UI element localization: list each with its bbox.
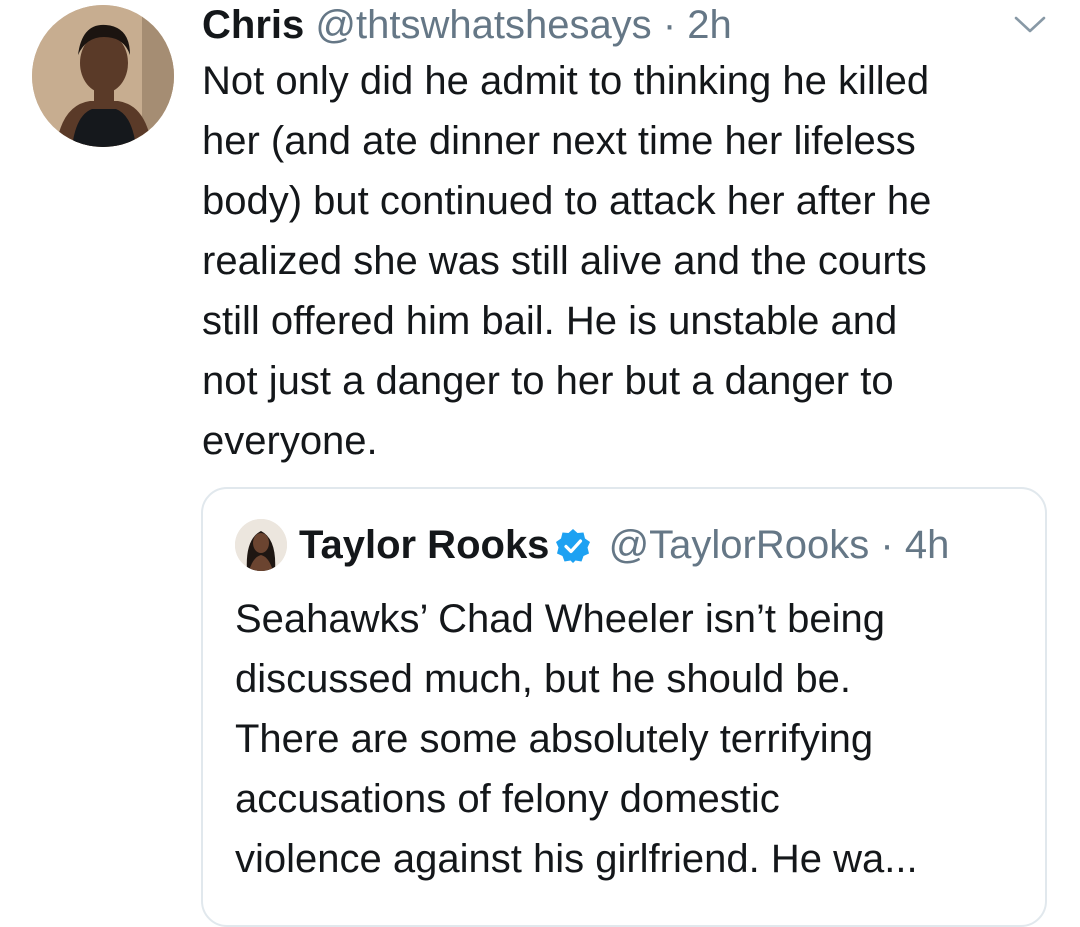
quoted-text-line: There are some absolutely terrifying xyxy=(235,717,874,761)
quoted-text-line: accusations of felony domestic xyxy=(235,777,780,821)
quoted-tweet-timestamp[interactable]: 4h xyxy=(905,523,950,567)
quoted-author-handle[interactable]: @TaylorRooks xyxy=(609,523,870,567)
quoted-text-line: violence against his girlfriend. He wa..… xyxy=(235,837,918,881)
quoted-tweet-header: Taylor Rooks @TaylorRooks · 4h xyxy=(299,519,949,571)
tweet-text-line: body) but continued to attack her after … xyxy=(202,179,932,223)
author-handle[interactable]: @thtswhatshesays xyxy=(315,3,651,47)
quoted-header-separator: · xyxy=(880,523,894,567)
tweet-text-line: everyone. xyxy=(202,419,378,463)
tweet-text-line: her (and ate dinner next time her lifele… xyxy=(202,119,916,163)
quoted-author-avatar[interactable] xyxy=(235,519,287,571)
quoted-author-display-name[interactable]: Taylor Rooks xyxy=(299,523,549,567)
tweet-header: Chris @thtswhatshesays · 2h xyxy=(202,0,732,50)
author-display-name[interactable]: Chris xyxy=(202,3,304,47)
tweet-text-line: Not only did he admit to thinking he kil… xyxy=(202,59,930,103)
quoted-tweet-card[interactable]: Taylor Rooks @TaylorRooks · 4h Seahawks’… xyxy=(201,487,1047,927)
quoted-text-line: Seahawks’ Chad Wheeler isn’t being xyxy=(235,597,885,641)
author-avatar-image xyxy=(32,5,174,147)
author-avatar[interactable] xyxy=(32,5,174,147)
quoted-tweet-text: Seahawks’ Chad Wheeler isn’t being discu… xyxy=(235,589,1035,889)
quoted-text-line: discussed much, but he should be. xyxy=(235,657,851,701)
quoted-author-avatar-image xyxy=(235,519,287,571)
tweet-timestamp[interactable]: 2h xyxy=(687,3,732,47)
tweet-text-line: not just a danger to her but a danger to xyxy=(202,359,894,403)
tweet-text: Not only did he admit to thinking he kil… xyxy=(202,51,1062,471)
tweet-menu-button[interactable] xyxy=(1012,12,1048,36)
header-separator: · xyxy=(662,3,677,47)
verified-badge-icon xyxy=(555,525,591,563)
chevron-down-icon xyxy=(1014,16,1046,33)
tweet-text-line: still offered him bail. He is unstable a… xyxy=(202,299,898,343)
tweet-text-line: realized she was still alive and the cou… xyxy=(202,239,927,283)
